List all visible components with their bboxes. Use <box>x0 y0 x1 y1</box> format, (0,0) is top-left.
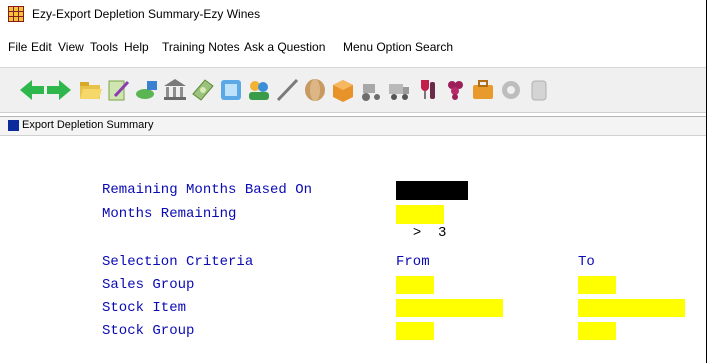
form-header: Export Depletion Summary <box>0 116 707 136</box>
back-arrow-icon[interactable] <box>18 75 46 105</box>
months-remaining-field[interactable]: > 3 <box>396 205 446 241</box>
stock-group-to-field[interactable] <box>578 322 616 340</box>
barrel-icon[interactable] <box>301 75 329 105</box>
sales-group-label: Sales Group <box>102 277 195 293</box>
grid-icon[interactable] <box>217 75 245 105</box>
app-icon <box>8 6 24 22</box>
stock-item-label: Stock Item <box>102 300 187 316</box>
selection-criteria-label: Selection Criteria <box>102 254 254 270</box>
money-icon[interactable] <box>189 75 217 105</box>
form-title: Export Depletion Summary <box>22 119 154 131</box>
box-icon[interactable] <box>329 75 357 105</box>
form-icon <box>8 120 19 131</box>
forward-arrow-icon[interactable] <box>45 75 73 105</box>
menu-ask-a-question[interactable]: Ask a Question <box>244 40 325 54</box>
remaining-months-label: Remaining Months Based On <box>102 182 313 198</box>
menu-training-notes[interactable]: Training Notes <box>162 40 240 54</box>
open-folder-icon[interactable] <box>76 75 104 105</box>
remaining-months-field[interactable]: Actual <box>396 181 468 217</box>
briefcase-icon[interactable] <box>469 75 497 105</box>
pen-icon[interactable] <box>273 75 301 105</box>
menu-edit[interactable]: Edit <box>31 40 52 54</box>
months-remaining-value: > 3 <box>412 225 447 241</box>
menu-file[interactable]: File <box>8 40 27 54</box>
people-icon[interactable] <box>245 75 273 105</box>
tractor-icon[interactable] <box>357 75 385 105</box>
sales-icon[interactable] <box>133 75 161 105</box>
sales-group-to-field[interactable] <box>578 276 616 294</box>
stock-group-label: Stock Group <box>102 323 195 339</box>
menu-view[interactable]: View <box>58 40 84 54</box>
settings-icon[interactable] <box>497 75 525 105</box>
stock-item-from-field[interactable] <box>396 299 503 317</box>
edit-icon[interactable] <box>104 75 132 105</box>
stock-group-from-field[interactable] <box>396 322 434 340</box>
menu-help[interactable]: Help <box>124 40 149 54</box>
menu-bar: File Edit View Tools Help Training Notes… <box>0 40 707 60</box>
wine-glass-icon[interactable] <box>413 75 441 105</box>
cylinder-icon[interactable] <box>525 75 553 105</box>
toolbar <box>0 67 707 113</box>
stock-item-to-field[interactable] <box>578 299 685 317</box>
menu-option-search[interactable]: Menu Option Search <box>343 40 453 54</box>
truck-icon[interactable] <box>385 75 413 105</box>
title-bar: Ezy-Export Depletion Summary-Ezy Wines <box>0 0 707 28</box>
months-remaining-label: Months Remaining <box>102 206 237 222</box>
to-column-label: To <box>578 254 595 270</box>
bank-icon[interactable] <box>161 75 189 105</box>
grapes-icon[interactable] <box>441 75 469 105</box>
from-column-label: From <box>396 254 430 270</box>
sales-group-from-field[interactable] <box>396 276 434 294</box>
window-title: Ezy-Export Depletion Summary-Ezy Wines <box>32 7 261 21</box>
menu-tools[interactable]: Tools <box>90 40 118 54</box>
